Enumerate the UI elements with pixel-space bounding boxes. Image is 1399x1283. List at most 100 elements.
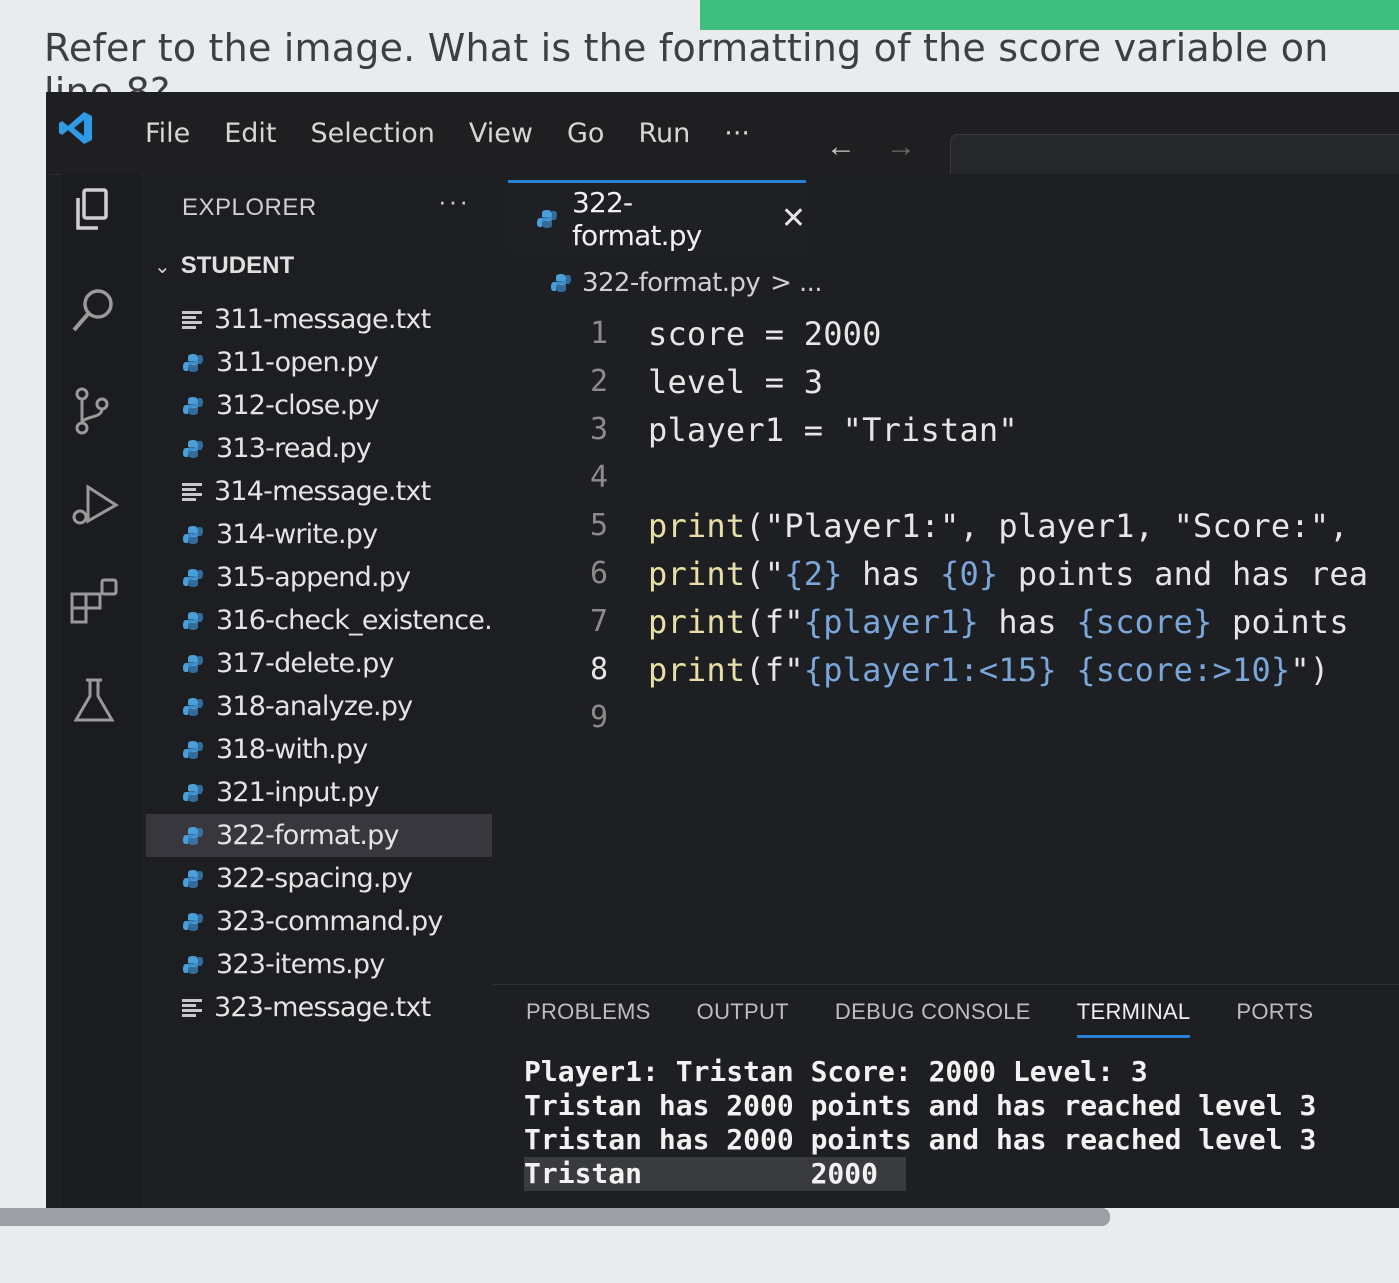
code-line[interactable]: 7 print(f"{player1} has {score} points [492, 598, 1399, 645]
menu-item[interactable]: Run [621, 114, 707, 154]
file-item[interactable]: 314-write.py [146, 513, 492, 556]
file-label: 316-check_existence.py [216, 605, 524, 636]
python-file-icon [183, 525, 203, 544]
file-item[interactable]: 323-command.py [146, 900, 492, 943]
menu-item[interactable]: Selection [293, 114, 451, 154]
breadcrumb: 322-format.py > ... [550, 268, 823, 298]
file-item[interactable]: 322-format.py [146, 814, 492, 857]
close-icon[interactable]: ✕ [781, 201, 806, 236]
testing-flask-icon[interactable] [66, 672, 122, 728]
file-item[interactable]: 314-message.txt [146, 470, 492, 513]
python-file-icon [183, 568, 203, 587]
vscode-logo-icon [59, 112, 92, 144]
horizontal-scrollbar[interactable] [0, 1208, 1110, 1226]
tab-322-format[interactable]: 322-format.py ✕ [508, 180, 806, 254]
code-line[interactable]: 9 [492, 694, 1399, 741]
python-file-icon [183, 869, 203, 888]
code-line[interactable]: 2 level = 3 [492, 358, 1399, 405]
file-item[interactable]: 311-message.txt [146, 298, 492, 341]
code-text: score = 2000 [648, 314, 882, 353]
breadcrumb-file[interactable]: 322-format.py [582, 268, 761, 298]
code-editor[interactable]: 1 score = 2000 2 level = 3 3 player1 = "Trist… [492, 310, 1399, 736]
file-item[interactable]: 315-append.py [146, 556, 492, 599]
line-number: 2 [589, 364, 608, 399]
line-number: 9 [589, 700, 608, 735]
explorer-files-icon[interactable] [66, 182, 122, 238]
file-label: 314-write.py [216, 519, 378, 550]
code-text: print("{2} has {0} points and has rea [648, 554, 1369, 593]
file-item[interactable]: 318-analyze.py [146, 685, 492, 728]
text-file-icon [182, 310, 202, 329]
python-file-icon [183, 396, 203, 415]
tab-label: 322-format.py [572, 185, 702, 252]
panel-tabs: PROBLEMS OUTPUT DEBUG CONSOLE TERMINAL PORTS [526, 999, 1313, 1038]
file-item[interactable]: 317-delete.py [146, 642, 492, 685]
file-label: 311-open.py [216, 347, 379, 378]
panel-tab[interactable]: DEBUG CONSOLE [835, 999, 1031, 1038]
forward-arrow-icon[interactable]: → [886, 132, 916, 162]
python-file-icon [537, 209, 557, 228]
menu-item[interactable]: View [452, 114, 550, 154]
terminal-output[interactable]: Player1: Tristan Score: 2000 Level: 3 Tri… [524, 1055, 1316, 1191]
search-icon[interactable] [66, 282, 122, 338]
python-file-icon [183, 955, 203, 974]
panel-tab[interactable]: OUTPUT [697, 999, 789, 1038]
file-item[interactable]: 321-input.py [146, 771, 492, 814]
file-label: 317-delete.py [216, 648, 394, 679]
panel-tab[interactable]: PORTS [1236, 999, 1313, 1038]
code-line[interactable]: 6 print("{2} has {0} points and has rea [492, 550, 1399, 597]
extensions-icon[interactable] [66, 574, 122, 630]
back-arrow-icon[interactable]: ← [826, 132, 856, 162]
code-text: print(f"{player1} has {score} points [648, 602, 1349, 641]
run-debug-icon[interactable] [66, 479, 122, 535]
text-file-icon [182, 482, 202, 501]
nav-arrows: ← → [826, 132, 916, 162]
file-label: 318-analyze.py [216, 691, 413, 722]
file-label: 313-read.py [216, 433, 372, 464]
breadcrumb-rest[interactable]: > ... [770, 268, 822, 298]
file-list: 311-message.txt 311-open.py 312-close.py 31… [146, 298, 524, 1029]
file-label: 318-with.py [216, 734, 368, 765]
file-label: 322-spacing.py [216, 863, 413, 894]
file-label: 323-items.py [216, 949, 385, 980]
python-file-icon [183, 439, 203, 458]
file-item[interactable]: 323-items.py [146, 943, 492, 986]
source-control-icon[interactable] [66, 384, 122, 440]
chevron-down-icon: ⌄ [154, 255, 171, 278]
file-label: 322-format.py [216, 820, 399, 851]
text-file-icon [182, 998, 202, 1017]
explorer-more-button[interactable]: ··· [438, 186, 470, 217]
file-item[interactable]: 322-spacing.py [146, 857, 492, 900]
code-line[interactable]: 8 print(f"{player1:<15} {score:>10}") [492, 646, 1399, 693]
file-label: 323-command.py [216, 906, 443, 937]
file-item[interactable]: 316-check_existence.py [146, 599, 524, 642]
menu-item[interactable]: ··· [707, 114, 767, 154]
file-item[interactable]: 311-open.py [146, 341, 492, 384]
code-line[interactable]: 4 [492, 454, 1399, 501]
code-line[interactable]: 1 score = 2000 [492, 310, 1399, 357]
file-label: 311-message.txt [214, 304, 431, 335]
file-item[interactable]: 323-message.txt [146, 986, 492, 1029]
panel-tab[interactable]: PROBLEMS [526, 999, 651, 1038]
code-text: player1 = "Tristan" [648, 410, 1018, 449]
file-label: 312-close.py [216, 390, 380, 421]
folder-student[interactable]: ⌄ STUDENT [154, 252, 294, 280]
panel-tab[interactable]: TERMINAL [1076, 999, 1191, 1038]
menu-item[interactable]: File [128, 114, 207, 154]
terminal-line: Tristan has 2000 points and has reached … [524, 1123, 1317, 1156]
python-file-icon [183, 740, 203, 759]
python-file-icon [183, 783, 203, 802]
vscode-window: FileEditSelectionViewGoRun··· ← → [46, 92, 1399, 1208]
file-item[interactable]: 313-read.py [146, 427, 492, 470]
file-item[interactable]: 318-with.py [146, 728, 492, 771]
menu-item[interactable]: Edit [207, 114, 293, 154]
code-line[interactable]: 3 player1 = "Tristan" [492, 406, 1399, 453]
file-item[interactable]: 312-close.py [146, 384, 492, 427]
code-line[interactable]: 5 print("Player1:", player1, "Score:", [492, 502, 1399, 549]
file-label: 323-message.txt [214, 992, 431, 1023]
line-number: 1 [589, 316, 608, 351]
menu-item[interactable]: Go [550, 114, 621, 154]
terminal-line: Player1: Tristan Score: 2000 Level: 3 [524, 1055, 1148, 1088]
code-text: level = 3 [648, 362, 824, 401]
python-file-icon [551, 274, 571, 292]
